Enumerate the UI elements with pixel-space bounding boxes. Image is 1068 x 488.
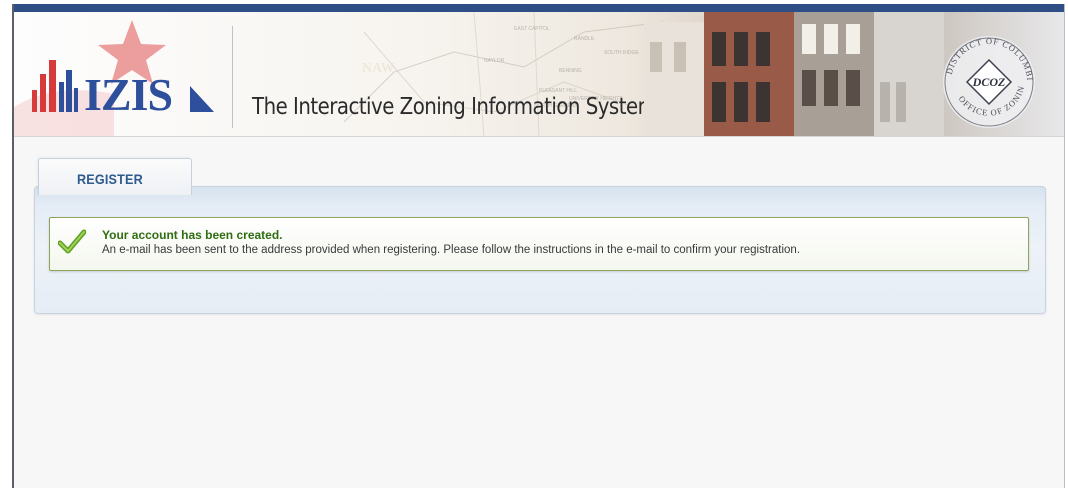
map-label: BENNING [559, 68, 582, 74]
page-frame: EAST CAPITOL NAYLOR RANDLE BENNING PLEAS… [12, 4, 1065, 488]
map-label: EAST CAPITOL [514, 26, 550, 32]
logo-text: IZIS [84, 69, 173, 120]
map-label: RANDLE [574, 36, 595, 42]
seal-icon: DISTRICT OF COLUMBIA OFFICE OF ZONING DC… [930, 24, 1035, 128]
header-divider [232, 26, 233, 128]
message-body: An e-mail has been sent to the address p… [102, 244, 801, 256]
seal-center-text: DCOZ [972, 75, 1006, 89]
map-label: NAYLOR [484, 58, 505, 64]
tab-register[interactable]: REGISTER [38, 158, 192, 195]
site-title: The Interactive Zoning Information Syste… [252, 94, 657, 120]
message-title: Your account has been created. [102, 228, 283, 242]
dcoz-seal[interactable]: DISTRICT OF COLUMBIA OFFICE OF ZONING DC… [930, 24, 1044, 132]
panel-body: Your account has been created. An e-mail… [34, 186, 1046, 314]
tab-register-label: REGISTER [77, 171, 143, 187]
map-label: SOUTH RIDGE [604, 50, 639, 56]
svg-text:NAW: NAW [362, 61, 395, 76]
izis-logo[interactable]: IZIS [14, 12, 244, 136]
rowhouses-image [644, 12, 944, 136]
top-bar [14, 4, 1064, 12]
checkmark-icon [58, 229, 86, 254]
site-header: EAST CAPITOL NAYLOR RANDLE BENNING PLEAS… [14, 12, 1064, 137]
success-message: Your account has been created. An e-mail… [49, 217, 1029, 271]
